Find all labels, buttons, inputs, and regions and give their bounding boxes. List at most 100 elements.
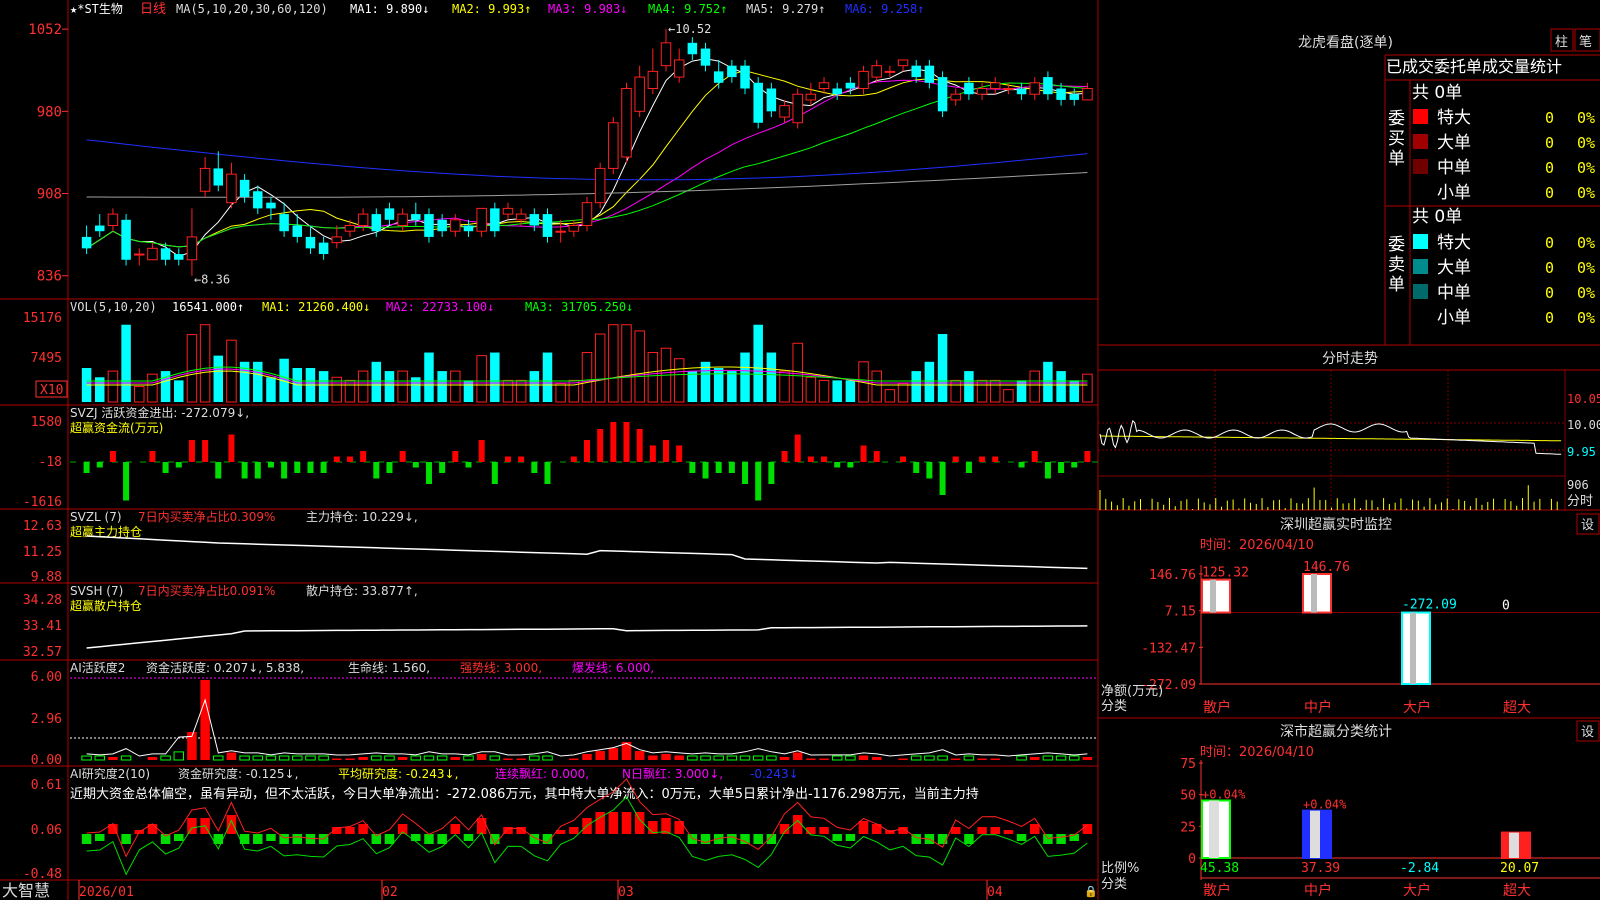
candle-body bbox=[845, 82, 856, 89]
volume-bar bbox=[490, 352, 500, 402]
volume-bar bbox=[1003, 389, 1014, 403]
research-bar bbox=[1003, 830, 1014, 834]
tab-stats[interactable]: 统计 bbox=[1530, 57, 1562, 76]
svzj-bar bbox=[215, 462, 222, 479]
volume-bar bbox=[1016, 380, 1027, 402]
volume-bar bbox=[357, 370, 369, 403]
activity-bar bbox=[871, 757, 882, 760]
research-bar bbox=[766, 834, 777, 844]
tab-orders[interactable]: 委托单 bbox=[1434, 57, 1482, 76]
svzj-bar bbox=[952, 456, 959, 462]
svg-text:比例%: 比例% bbox=[1101, 861, 1139, 876]
tick-view-label[interactable]: 笔 bbox=[1579, 34, 1592, 50]
tab-filled[interactable]: 已成交 bbox=[1386, 57, 1434, 76]
svsh-line bbox=[86, 625, 1088, 649]
svzj-bar bbox=[518, 456, 525, 462]
candle-body bbox=[950, 93, 961, 101]
svg-text:主力持仓: 10.229↓,: 主力持仓: 10.229↓, bbox=[306, 509, 418, 524]
order-size-label: 特大 bbox=[1437, 233, 1471, 253]
svzj-bar bbox=[333, 456, 340, 462]
volume-bar bbox=[950, 379, 961, 403]
stock-chart-canvas[interactable]: ★*ST生物 日线 MA(5,10,20,30,60,120) MA1: 9.8… bbox=[0, 0, 1600, 900]
ma-params: MA(5,10,20,30,60,120) bbox=[176, 2, 328, 16]
svg-text:906: 906 bbox=[1567, 478, 1589, 492]
buy-total: 共 0单 bbox=[1412, 83, 1462, 103]
volume-bar bbox=[476, 355, 487, 403]
svg-text:分类: 分类 bbox=[1101, 699, 1127, 714]
brand-logo: 大智慧 bbox=[2, 881, 50, 900]
volume-bar bbox=[884, 389, 896, 403]
monitor-settings-label[interactable]: 设 bbox=[1581, 518, 1594, 533]
candle-body bbox=[476, 207, 487, 232]
monitor-value-label: -272.09 bbox=[1402, 598, 1457, 613]
svg-text:爆发线: 6.000,: 爆发线: 6.000, bbox=[572, 660, 654, 675]
order-size-swatch bbox=[1413, 259, 1428, 274]
candle-body bbox=[121, 219, 131, 260]
candle-body bbox=[1003, 88, 1014, 90]
volume-bar bbox=[253, 361, 263, 402]
volume-bar bbox=[924, 361, 935, 402]
candle-body bbox=[792, 93, 803, 124]
candlesticks bbox=[81, 29, 1093, 276]
svg-text:2.96: 2.96 bbox=[31, 712, 62, 727]
sell-rows: 特大 0 0% 大单 0 0% 中单 0 0% 小单 0 0% bbox=[1413, 233, 1595, 328]
candle-body bbox=[1056, 88, 1066, 100]
period-label[interactable]: 日线 bbox=[140, 2, 166, 17]
stats-value-label: 45.38 bbox=[1200, 861, 1239, 876]
volume-bar bbox=[647, 352, 659, 403]
buy-rows: 特大 0 0% 大单 0 0% 中单 0 0% 小单 0 0% bbox=[1413, 108, 1595, 203]
svsh-header: SVSH (7) 7日内买卖净占比0.091% 散户持仓: 33.877↑, 超… bbox=[70, 583, 418, 613]
volume-bar bbox=[740, 352, 750, 402]
volume-bar bbox=[384, 371, 395, 402]
bar-view-label[interactable]: 柱 bbox=[1555, 35, 1568, 50]
vol-ma2: MA2: 22733.100↓ bbox=[386, 300, 494, 314]
activity-bar bbox=[990, 758, 1000, 760]
candle-body bbox=[437, 219, 447, 232]
candle-body bbox=[555, 230, 566, 233]
stats-title: 深市超赢分类统计 bbox=[1280, 723, 1392, 740]
stats-settings-label[interactable]: 设 bbox=[1581, 725, 1594, 740]
research-bar bbox=[990, 827, 1000, 834]
intraday-title[interactable]: 分时走势 bbox=[1322, 351, 1378, 367]
candle-body bbox=[1016, 88, 1027, 95]
svzj-bar bbox=[452, 451, 459, 462]
volume-axis: 15176 7495 X10 bbox=[23, 311, 68, 398]
volume-bar bbox=[818, 379, 830, 403]
category-stats-panel: 深市超赢分类统计 设 时间：2026/04/10 75 50 25 0 +0.04% 4… bbox=[1101, 720, 1600, 899]
activity-bar bbox=[358, 757, 368, 760]
activity-bar bbox=[108, 757, 118, 760]
research-bar bbox=[964, 834, 974, 844]
svsh-retail-holding-line bbox=[86, 625, 1088, 649]
svzj-bar bbox=[267, 462, 274, 468]
volume-bar bbox=[634, 330, 645, 403]
research-bar bbox=[621, 812, 632, 834]
order-size-swatch bbox=[1413, 134, 1428, 149]
activity-bar bbox=[752, 755, 764, 761]
volume-bar bbox=[450, 370, 461, 403]
research-bar bbox=[411, 834, 421, 841]
candle-body bbox=[199, 167, 211, 192]
svzj-bar bbox=[202, 440, 209, 462]
ma1-value: MA1: 9.890↓ bbox=[350, 2, 429, 16]
order-size-swatch bbox=[1413, 309, 1428, 324]
svzj-bar bbox=[504, 456, 511, 462]
stock-name[interactable]: ★*ST生物 bbox=[70, 2, 123, 16]
monitor-value-label: 146.76 bbox=[1303, 560, 1350, 575]
monitor-tick: 146.76 bbox=[1149, 568, 1196, 583]
svzj-bar bbox=[162, 462, 169, 473]
activity-bar bbox=[160, 755, 171, 761]
svzj-bar bbox=[715, 462, 722, 473]
monitor-title: 深圳超赢实时监控 bbox=[1280, 516, 1392, 533]
tab-volume[interactable]: 成交量 bbox=[1482, 57, 1530, 76]
candle-body bbox=[727, 65, 737, 78]
order-size-label: 特大 bbox=[1437, 108, 1471, 128]
research-bar bbox=[740, 834, 750, 844]
order-size-swatch bbox=[1413, 184, 1428, 199]
monitor-category: 大户 bbox=[1403, 699, 1431, 716]
activity-bar bbox=[305, 755, 316, 761]
research-bar bbox=[81, 834, 92, 844]
monitor-bar-shade bbox=[1410, 612, 1416, 684]
volume-bar bbox=[1056, 371, 1066, 402]
candle-body bbox=[884, 70, 896, 73]
svzj-bar bbox=[1044, 462, 1051, 479]
